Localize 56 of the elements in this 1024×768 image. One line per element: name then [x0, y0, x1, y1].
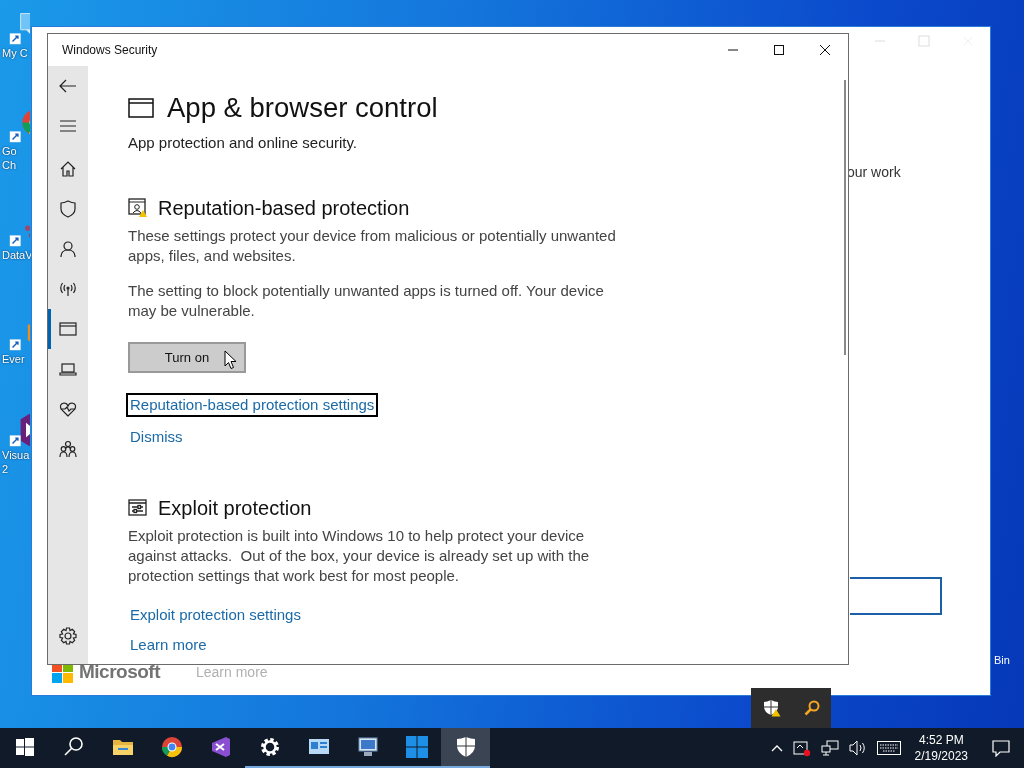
settings-sliders-icon: [128, 498, 148, 518]
desktop-icon-label: My C: [2, 46, 28, 60]
desktop-shortcut-icon[interactable]: [8, 412, 30, 448]
scrollbar[interactable]: [844, 80, 846, 355]
antenna-icon: [59, 280, 77, 298]
home-icon: [59, 160, 77, 178]
notification-icon[interactable]: [992, 739, 1010, 757]
browser-window-icon: [128, 98, 154, 118]
shield-icon: [59, 200, 77, 218]
desktop-icon-label: 2: [2, 462, 9, 476]
heart-pulse-icon: [59, 400, 77, 418]
people-icon: [59, 440, 77, 458]
desktop-icon-label: Visua: [2, 448, 30, 462]
page-subtitle: App protection and online security.: [128, 134, 359, 151]
taskbar-button[interactable]: [441, 728, 490, 768]
tiles-icon: [404, 735, 429, 759]
desktop-icon-label: DataV: [2, 248, 33, 262]
brand-name: Microsoft: [79, 661, 160, 683]
close-icon: [820, 45, 830, 55]
browser-window-icon: [59, 320, 77, 338]
desktop-icon-label: Ever: [2, 352, 25, 366]
warning-window-icon: [128, 198, 148, 218]
section-heading: Exploit protection: [158, 496, 312, 521]
desktop-icon-label: Ch: [2, 158, 17, 172]
window-title: Windows Security: [62, 43, 158, 57]
shield-alert-icon[interactable]: [792, 739, 811, 757]
browser-logo-icon: [159, 735, 184, 759]
shield-warning-icon[interactable]: [762, 699, 781, 717]
desktop-icon-label: Go: [2, 144, 17, 158]
link[interactable]: Reputation-based protection settings: [126, 393, 379, 417]
laptop-icon: [59, 360, 77, 378]
monitor-icon: [355, 735, 380, 759]
body-text: These settings protect your device from malicious or potentially unwanted apps, files, and websites.: [128, 226, 617, 266]
link[interactable]: Dismiss: [126, 425, 187, 449]
section-heading: Reputation-based protection: [158, 196, 410, 221]
settings-icon: [59, 627, 77, 645]
back-arrow-icon: [59, 79, 77, 93]
body-text: Exploit protection is built into Windows 10 to help protect your device against attacks. Out of the box, your device is already set up with the protection settings that work best for most people.: [128, 526, 591, 586]
link[interactable]: Exploit protection settings: [126, 603, 305, 627]
chevron-up-icon[interactable]: [770, 744, 783, 752]
clock-date[interactable]: 2/19/2023: [914, 748, 968, 764]
clock-time[interactable]: 4:52 PM: [918, 732, 964, 748]
body-text: The setting to block potentially unwanted apps is turned off. Your device may be vulnerable.: [128, 281, 605, 321]
network-icon[interactable]: [820, 740, 839, 756]
menu-icon: [60, 120, 76, 132]
page-title: App & browser control: [167, 91, 438, 125]
person-icon: [59, 240, 77, 258]
volume-icon[interactable]: [848, 740, 867, 756]
maximize-icon: [774, 45, 784, 55]
link[interactable]: Learn more: [126, 633, 211, 657]
turn-on-button[interactable]: Turn on: [128, 342, 246, 373]
cursor-icon: [224, 350, 238, 370]
desktop-icon-label: Bin: [994, 654, 1010, 666]
search-icon[interactable]: [803, 700, 820, 716]
input-field[interactable]: [850, 577, 942, 615]
keyboard-icon[interactable]: [876, 741, 901, 755]
